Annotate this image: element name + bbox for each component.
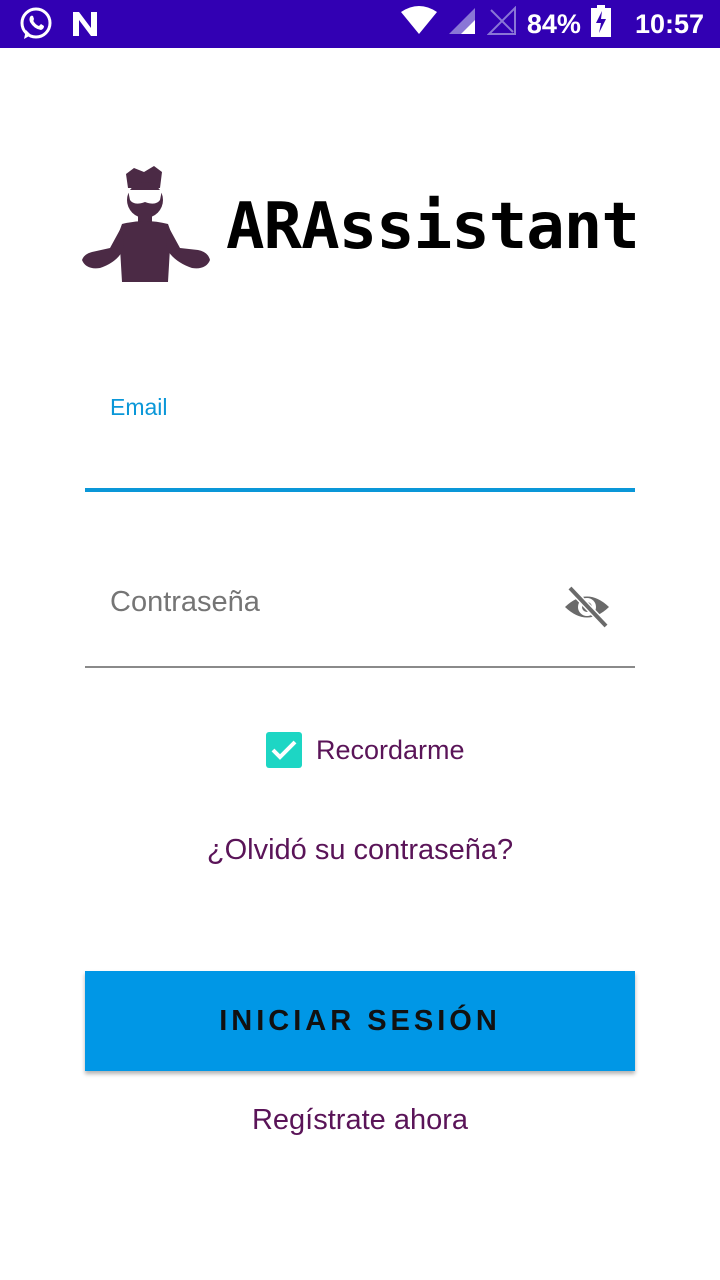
register-link[interactable]: Regístrate ahora: [0, 1104, 720, 1137]
remember-label: Recordarme: [316, 734, 465, 765]
eye-off-icon[interactable]: [562, 584, 612, 630]
whatsapp-icon: [18, 6, 54, 47]
remember-checkbox[interactable]: [266, 732, 302, 768]
wifi-icon: [400, 5, 437, 43]
signal-empty-icon: [486, 5, 517, 43]
email-label: Email: [110, 394, 168, 420]
login-button[interactable]: INICIAR SESIÓN: [85, 971, 635, 1071]
clock: 10:57: [634, 8, 704, 39]
remember-me[interactable]: Recordarme: [266, 732, 465, 768]
status-bar: 84% 10:57: [0, 0, 720, 48]
mascot-icon: [82, 166, 210, 287]
app-name: ARAssistant: [226, 189, 640, 264]
forgot-password-link[interactable]: ¿Olvidó su contraseña?: [0, 834, 720, 867]
email-field[interactable]: [110, 430, 614, 482]
signal-icon: [447, 6, 477, 43]
app-logo: ARAssistant: [82, 166, 640, 287]
password-field[interactable]: Contraseña: [110, 586, 260, 619]
battery-level: 84%: [526, 8, 581, 39]
battery-charging-icon: [590, 4, 611, 44]
n-notification-icon: [70, 9, 100, 44]
password-underline: [85, 666, 635, 668]
email-underline: [85, 488, 635, 492]
check-icon: [271, 740, 297, 760]
